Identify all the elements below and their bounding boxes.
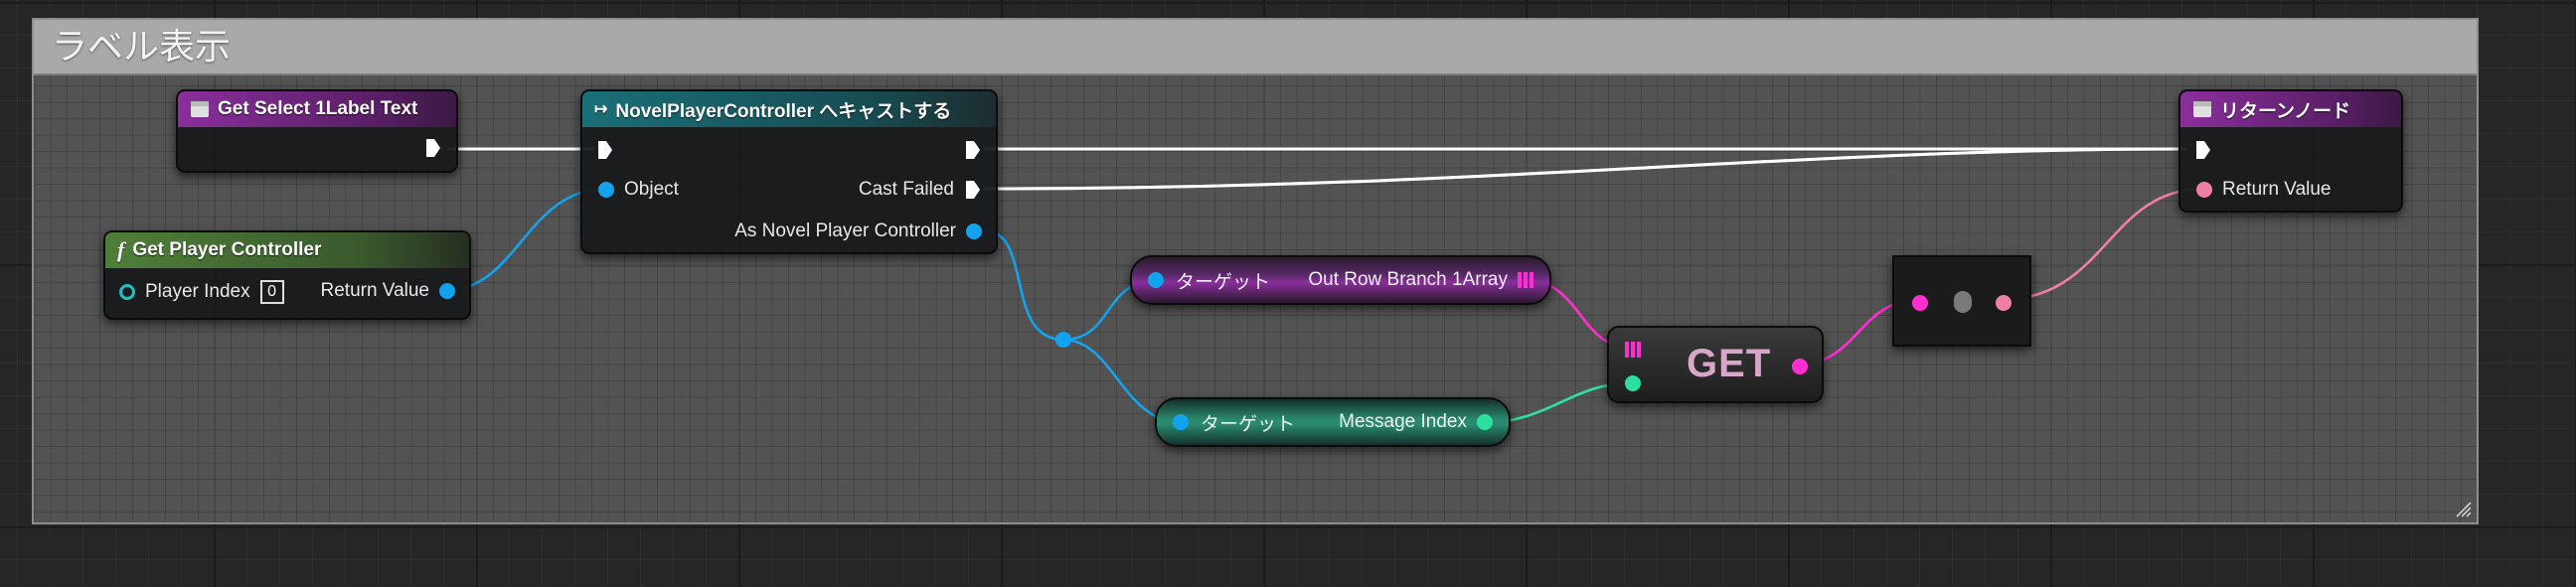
cast-failed-label: Cast Failed <box>858 179 954 200</box>
node-conversion[interactable] <box>1892 255 2031 347</box>
node-array-get[interactable]: GET <box>1607 326 1824 403</box>
object-pin-icon <box>439 283 455 299</box>
return-value-pin[interactable]: Return Value <box>320 280 455 302</box>
target-pin-icon[interactable] <box>1173 414 1189 430</box>
array-pin-icon[interactable] <box>1518 272 1533 288</box>
object-pin-icon <box>966 223 982 239</box>
exec-in-pin[interactable] <box>2194 139 2212 161</box>
comment-title[interactable]: ラベル表示 <box>34 20 2477 75</box>
return-value-label: Return Value <box>320 280 430 301</box>
int-pin-icon[interactable] <box>1477 414 1493 430</box>
node-header[interactable]: ↦ NovelPlayerController へキャストする <box>582 91 996 127</box>
function-icon: f <box>117 237 125 262</box>
int-pin-icon <box>119 284 135 300</box>
conversion-icon <box>1954 291 1972 313</box>
target-pin-icon[interactable] <box>1148 272 1164 288</box>
exec-out-pin[interactable] <box>424 137 442 159</box>
resize-grip-icon[interactable] <box>2453 499 2473 518</box>
player-index-label: Player Index <box>145 281 250 302</box>
get-label: GET <box>1687 342 1772 385</box>
player-index-input[interactable]: 0 <box>259 280 284 304</box>
exec-in-pin[interactable] <box>596 139 614 161</box>
cast-failed-pin[interactable]: Cast Failed <box>859 179 982 201</box>
as-novel-player-controller-pin[interactable]: As Novel Player Controller <box>734 220 982 242</box>
return-value-label: Return Value <box>2222 179 2332 200</box>
node-cast-to-novel-player-controller[interactable]: ↦ NovelPlayerController へキャストする Object C… <box>580 89 998 254</box>
object-pin-icon <box>598 182 614 198</box>
player-index-pin[interactable]: Player Index 0 <box>119 280 284 304</box>
node-header[interactable]: f Get Player Controller <box>105 232 469 268</box>
node-get-player-controller[interactable]: f Get Player Controller Player Index 0 R… <box>103 230 471 320</box>
return-value-pin[interactable]: Return Value <box>2196 179 2332 201</box>
exec-out-icon <box>966 181 980 199</box>
array-in-pin-icon[interactable] <box>1625 342 1641 358</box>
exec-in-icon <box>598 141 612 159</box>
node-out-row-branch-1-array[interactable]: ターゲット Out Row Branch 1Array <box>1130 255 1551 305</box>
output-pin-icon[interactable] <box>1996 295 2012 311</box>
node-title: Get Player Controller <box>132 239 322 260</box>
node-title: NovelPlayerController へキャストする <box>615 100 952 122</box>
exec-out-icon <box>426 139 440 157</box>
return-node-icon <box>2193 101 2211 117</box>
as-pin-label: As Novel Player Controller <box>734 220 956 241</box>
object-pin[interactable]: Object <box>598 179 679 201</box>
node-header[interactable]: リターンノード <box>2180 91 2401 127</box>
output-label: Message Index <box>1339 411 1467 432</box>
input-pin-icon[interactable] <box>1912 295 1928 311</box>
exec-in-icon <box>2196 141 2210 159</box>
text-pin-icon <box>2196 182 2212 198</box>
node-header[interactable]: Get Select 1Label Text <box>178 91 456 127</box>
output-label: Out Row Branch 1Array <box>1308 269 1508 290</box>
function-entry-icon <box>191 101 209 117</box>
node-get-select-label-text[interactable]: Get Select 1Label Text <box>176 89 458 173</box>
index-in-pin-icon[interactable] <box>1625 375 1641 391</box>
target-label: ターゲット <box>1201 413 1296 435</box>
cast-arrow-icon: ↦ <box>594 101 608 118</box>
exec-out-icon <box>966 141 980 159</box>
exec-out-pin[interactable] <box>964 139 982 161</box>
node-title: リターンノード <box>2220 100 2351 122</box>
node-return[interactable]: リターンノード Return Value <box>2178 89 2403 213</box>
node-message-index[interactable]: ターゲット Message Index <box>1155 397 1511 447</box>
node-title: Get Select 1Label Text <box>218 98 418 119</box>
item-out-pin-icon[interactable] <box>1792 359 1808 374</box>
object-pin-label: Object <box>624 179 679 200</box>
target-label: ターゲット <box>1176 271 1271 293</box>
